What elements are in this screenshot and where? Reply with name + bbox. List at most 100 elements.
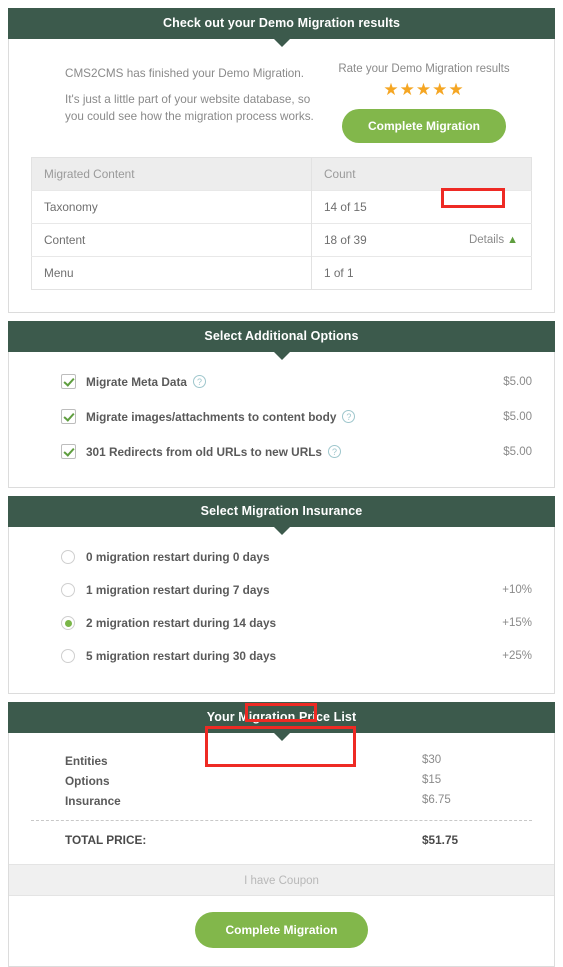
radio-insurance-3[interactable] <box>61 649 75 663</box>
table-row: Content 18 of 39 Details ▲ <box>31 223 532 257</box>
help-icon[interactable]: ? <box>192 375 206 388</box>
help-icon[interactable]: ? <box>342 410 356 423</box>
price-label: Entities <box>65 754 108 768</box>
count-value: 1 of 1 <box>324 266 354 280</box>
option-label: Migrate Meta Data? <box>86 375 462 389</box>
pricelist-header-title: Your Migration Price List <box>206 710 357 724</box>
complete-migration-button-bottom[interactable]: Complete Migration <box>195 912 368 948</box>
option-row-meta-data[interactable]: Migrate Meta Data? $5.00 <box>31 368 532 395</box>
insurance-percent: +10% <box>502 584 532 596</box>
table-header-row: Migrated Content Count <box>31 157 532 191</box>
radio-insurance-1[interactable] <box>61 583 75 597</box>
help-icon[interactable]: ? <box>327 445 341 458</box>
pricelist-header-bar: Your Migration Price List <box>8 702 555 741</box>
intro-line-2: It's just a little part of your website … <box>65 93 314 123</box>
insurance-label: 2 migration restart during 14 days <box>86 616 277 630</box>
checkbox-301-redirects[interactable] <box>61 444 76 459</box>
insurance-row-1[interactable]: 1 migration restart during 7 days +10% <box>31 578 532 602</box>
results-section: Check out your Demo Migration results CM… <box>8 8 555 313</box>
option-price: $5.00 <box>503 445 532 458</box>
radio-insurance-0[interactable] <box>61 550 75 564</box>
option-label: 301 Redirects from old URLs to new URLs? <box>86 445 462 459</box>
option-text: 301 Redirects from old URLs to new URLs <box>86 444 322 459</box>
pricelist-section: Your Migration Price List Entities $30 O… <box>8 702 555 967</box>
cell-content-count: 1 of 1 <box>311 256 532 290</box>
total-price-row: TOTAL PRICE: $51.75 <box>31 830 532 850</box>
price-divider <box>31 820 532 821</box>
column-header-count: Count <box>311 157 532 191</box>
migrated-content-table-wrap: Migrated Content Count Taxonomy 14 of 15 <box>9 157 554 312</box>
header-notch-icon <box>272 526 291 535</box>
star-rating-icon[interactable]: ★★★★★ <box>316 80 532 100</box>
header-notch-icon <box>272 732 291 741</box>
insurance-panel: 0 migration restart during 0 days 1 migr… <box>8 527 555 694</box>
price-row-options: Options $15 <box>31 771 532 791</box>
intro-line-1: CMS2CMS has finished your Demo Migration… <box>65 67 305 80</box>
insurance-row-2[interactable]: 2 migration restart during 14 days +15% <box>31 611 532 635</box>
i-have-coupon-link[interactable]: I have Coupon <box>240 874 323 888</box>
count-value: 14 of 15 <box>324 200 367 214</box>
price-value: $15 <box>422 774 442 786</box>
rate-label: Rate your Demo Migration results <box>338 63 510 75</box>
option-row-images[interactable]: Migrate images/attachments to content bo… <box>31 403 532 430</box>
migration-results-page: Check out your Demo Migration results CM… <box>0 0 563 967</box>
results-panel: CMS2CMS has finished your Demo Migration… <box>8 39 555 313</box>
header-notch-icon <box>272 351 291 360</box>
coupon-band: I have Coupon <box>9 864 554 896</box>
price-row-entities: Entities $30 <box>31 751 532 771</box>
options-header-title: Select Additional Options <box>204 329 359 343</box>
chevron-up-icon: ▲ <box>507 234 518 246</box>
table-row: Menu 1 of 1 <box>31 256 532 290</box>
options-panel: Migrate Meta Data? $5.00 Migrate images/… <box>8 352 555 488</box>
insurance-row-3[interactable]: 5 migration restart during 30 days +25% <box>31 644 532 668</box>
intro-text-column: CMS2CMS has finished your Demo Migration… <box>31 59 316 143</box>
insurance-row-0[interactable]: 0 migration restart during 0 days <box>31 545 532 569</box>
insurance-header-title: Select Migration Insurance <box>200 504 363 518</box>
insurance-label: 5 migration restart during 30 days <box>86 649 277 663</box>
pricelist-panel: Entities $30 Options $15 Insurance $6.75… <box>8 733 555 967</box>
complete-migration-button-top[interactable]: Complete Migration <box>341 109 506 143</box>
details-label: Details <box>468 234 505 246</box>
price-value: $6.75 <box>422 794 451 806</box>
migrated-content-table: Migrated Content Count Taxonomy 14 of 15 <box>31 157 532 290</box>
price-label: Insurance <box>65 794 121 808</box>
results-header-bar: Check out your Demo Migration results <box>8 8 555 47</box>
count-value: 18 of 39 <box>324 233 367 247</box>
cell-content-name: Menu <box>31 256 312 290</box>
insurance-label: 0 migration restart during 0 days <box>86 550 270 564</box>
option-price: $5.00 <box>503 410 532 423</box>
cell-content-count: 18 of 39 Details ▲ <box>311 223 532 257</box>
insurance-percent: +25% <box>502 650 532 662</box>
column-header-content: Migrated Content <box>31 157 312 191</box>
insurance-section: Select Migration Insurance 0 migration r… <box>8 496 555 694</box>
cell-content-count: 14 of 15 <box>311 190 532 224</box>
results-intro: CMS2CMS has finished your Demo Migration… <box>9 39 554 157</box>
total-price-value: $51.75 <box>422 833 459 847</box>
price-row-insurance: Insurance $6.75 <box>31 791 532 811</box>
price-label: Options <box>65 774 110 788</box>
total-price-label: TOTAL PRICE: <box>65 833 147 847</box>
table-row: Taxonomy 14 of 15 <box>31 190 532 224</box>
options-header-bar: Select Additional Options <box>8 321 555 360</box>
cell-content-name: Taxonomy <box>31 190 312 224</box>
details-toggle-link[interactable]: Details ▲ <box>466 233 521 247</box>
header-notch-icon <box>272 38 291 47</box>
price-value: $30 <box>422 754 442 766</box>
checkbox-migrate-images[interactable] <box>61 409 76 424</box>
option-text: Migrate images/attachments to content bo… <box>86 409 337 424</box>
option-row-redirects[interactable]: 301 Redirects from old URLs to new URLs?… <box>31 438 532 465</box>
options-section: Select Additional Options Migrate Meta D… <box>8 321 555 488</box>
option-price: $5.00 <box>503 375 532 388</box>
checkbox-migrate-meta-data[interactable] <box>61 374 76 389</box>
insurance-percent: +15% <box>502 617 532 629</box>
option-text: Migrate Meta Data <box>86 374 187 389</box>
results-header-title: Check out your Demo Migration results <box>162 16 401 30</box>
final-action-area: Complete Migration <box>9 896 554 966</box>
radio-insurance-2[interactable] <box>61 616 75 630</box>
cell-content-name: Content <box>31 223 312 257</box>
insurance-header-bar: Select Migration Insurance <box>8 496 555 535</box>
option-label: Migrate images/attachments to content bo… <box>86 410 462 424</box>
pricelist-rows: Entities $30 Options $15 Insurance $6.75… <box>9 733 554 864</box>
insurance-label: 1 migration restart during 7 days <box>86 583 270 597</box>
rating-column: Rate your Demo Migration results ★★★★★ C… <box>316 59 532 143</box>
